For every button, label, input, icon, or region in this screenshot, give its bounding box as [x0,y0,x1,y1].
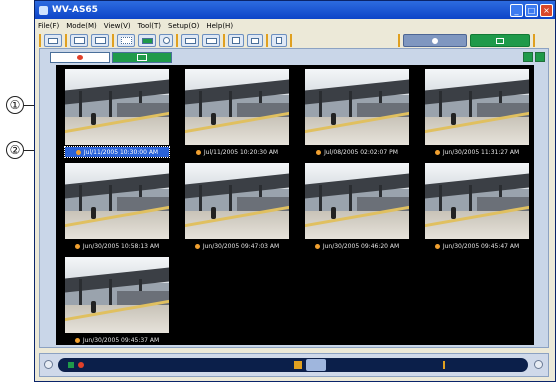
toolbar-separator [112,34,114,47]
thumbnail[interactable]: Jun/30/2005 10:58:13 AM [65,163,169,251]
playback-mode-button[interactable] [403,34,467,47]
app-icon [39,5,48,15]
thumbnail[interactable]: Jun/30/2005 09:45:47 AM [425,163,529,251]
title-bar: WV-AS65 _ □ × [35,1,555,19]
delete-icon[interactable] [271,34,287,47]
thumbnail-caption[interactable]: Jun/30/2005 11:31:27 AM [425,147,529,157]
status-dot-icon [314,243,320,249]
app-window: WV-AS65 _ □ × File(F) Mode(M) View(V) To… [34,0,556,382]
thumbnail[interactable]: Jun/30/2005 09:47:03 AM [185,163,289,251]
email-icon[interactable] [247,34,263,47]
toolbar-separator [65,34,67,47]
thumbnail[interactable]: Jun/30/2005 09:46:20 AM [305,163,409,251]
status-dot-icon [74,243,80,249]
toolbar-separator [533,34,535,47]
menu-bar: File(F) Mode(M) View(V) Tool(T) Setup(O)… [35,19,555,32]
thumbnail-caption[interactable]: Jun/30/2005 09:45:47 AM [425,241,529,251]
toolbar-separator [398,34,400,47]
window-icon[interactable] [181,34,199,47]
monitor-icon[interactable] [202,34,220,47]
status-dot-icon [195,149,201,155]
thumbnail-image [425,69,529,145]
toolbar-separator [223,34,225,47]
thumbnail-caption[interactable]: Jun/30/2005 09:47:03 AM [185,241,289,251]
timeline-left-icon[interactable] [44,360,53,369]
toolbar-separator [176,34,178,47]
timeline-slider[interactable] [306,359,326,371]
thumbnail-image [425,163,529,239]
menu-tool[interactable]: Tool(T) [138,22,161,30]
timeline-list-icon[interactable] [68,362,74,368]
cif-icon[interactable] [138,34,156,47]
thumbnail[interactable]: Jun/30/2005 11:31:27 AM [425,69,529,157]
thumbnail-image [305,69,409,145]
close-icon[interactable]: × [540,3,553,17]
menu-view[interactable]: View(V) [104,22,131,30]
tab-folder[interactable] [112,52,172,63]
toolbar-separator [290,34,292,47]
thumbnail[interactable]: Jul/11/2005 10:20:30 AM [185,69,289,157]
status-dot-icon [75,149,81,155]
layout-grid-icon[interactable] [117,34,135,47]
layout-quad-icon[interactable] [91,34,109,47]
tab-images[interactable] [50,52,110,63]
minimize-icon[interactable]: _ [510,3,523,17]
view-list-icon[interactable] [523,52,533,62]
thumbnail-caption[interactable]: Jun/30/2005 09:46:20 AM [305,241,409,251]
thumbnail-grid: Jul/11/2005 10:30:00 AM Jul/11/2005 10:2… [56,65,534,345]
window-controls: _ □ × [510,3,555,17]
thumbnail[interactable]: Jun/30/2005 09:45:37 AM [65,257,169,345]
timeline-camera-icon[interactable] [78,362,84,368]
timeline-marker-icon[interactable] [294,361,302,369]
thumbnail-caption[interactable]: Jul/11/2005 10:30:00 AM [64,146,170,158]
panel-tabs [40,49,548,63]
status-dot-icon [434,149,440,155]
thumbnail-image [65,257,169,333]
timeline-tick-icon [443,361,445,369]
thumbnail[interactable]: Jul/08/2005 02:02:07 PM [305,69,409,157]
menu-mode[interactable]: Mode(M) [66,22,97,30]
thumbnail-image [185,69,289,145]
toolbar [35,32,555,49]
camera-icon[interactable] [44,34,62,47]
thumbnail-caption[interactable]: Jun/30/2005 09:45:37 AM [65,335,169,345]
layout-single-icon[interactable] [70,34,88,47]
timer-icon[interactable] [159,34,173,47]
timeline-track[interactable] [58,358,528,372]
toolbar-separator [39,34,41,47]
menu-setup[interactable]: Setup(O) [168,22,199,30]
thumbnail-caption[interactable]: Jun/30/2005 10:58:13 AM [65,241,169,251]
live-mode-button[interactable] [470,34,530,47]
toolbar-separator [266,34,268,47]
timeline-bar [39,353,549,377]
thumbnail-image [65,163,169,239]
timeline-right-icon[interactable] [534,360,543,369]
thumbnail[interactable]: Jul/11/2005 10:30:00 AM [64,69,170,158]
thumbnail-caption[interactable]: Jul/08/2005 02:02:07 PM [305,147,409,157]
callout-2: ② [6,141,24,159]
status-dot-icon [316,149,322,155]
window-title: WV-AS65 [52,5,98,15]
callout-1: ① [6,96,24,114]
thumbnail-image [185,163,289,239]
thumbnail-caption[interactable]: Jul/11/2005 10:20:30 AM [185,147,289,157]
status-dot-icon [434,243,440,249]
status-dot-icon [74,337,80,343]
thumbnail-image [65,69,169,145]
menu-file[interactable]: File(F) [38,22,59,30]
print-icon[interactable] [228,34,244,47]
maximize-icon[interactable]: □ [525,3,538,17]
menu-help[interactable]: Help(H) [206,22,233,30]
view-grid-icon[interactable] [535,52,545,62]
status-dot-icon [194,243,200,249]
thumbnail-image [305,163,409,239]
view-buttons [523,52,545,62]
image-panel: Jul/11/2005 10:30:00 AM Jul/11/2005 10:2… [39,48,549,348]
